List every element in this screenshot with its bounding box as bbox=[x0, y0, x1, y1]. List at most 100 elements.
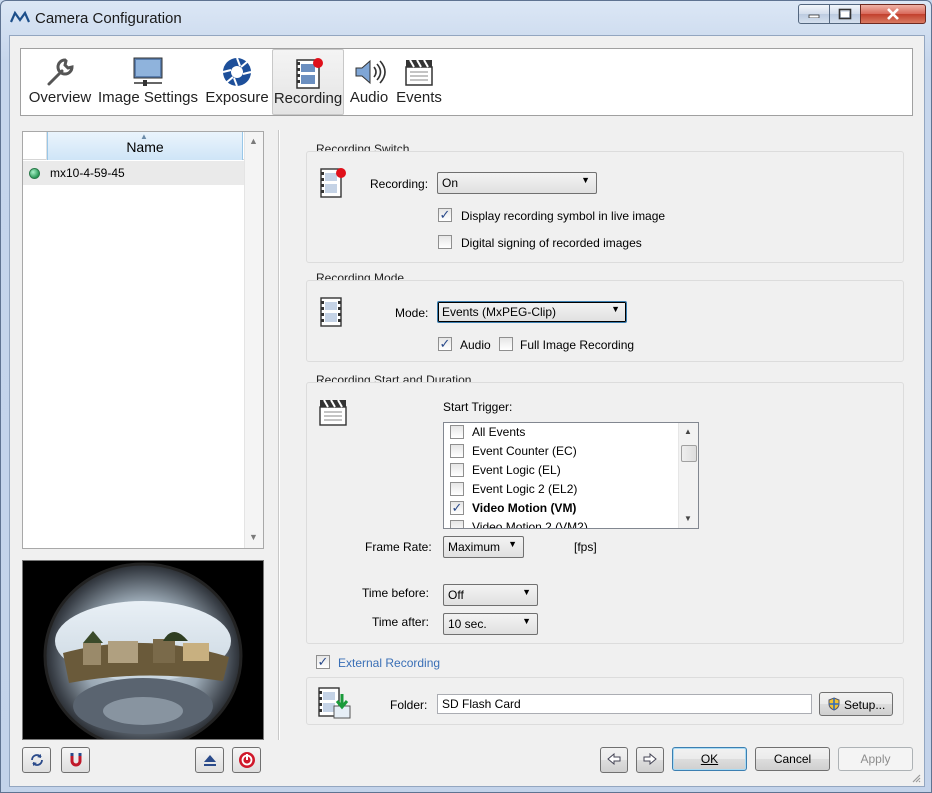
tab-recording-label: Recording bbox=[273, 90, 343, 107]
refresh-button[interactable] bbox=[22, 747, 51, 773]
trigger-label: Video Motion (VM) bbox=[472, 501, 577, 515]
film-record-icon bbox=[296, 58, 323, 89]
frame-rate-select[interactable]: Maximum ▼ bbox=[443, 536, 524, 558]
trigger-label: Event Counter (EC) bbox=[472, 444, 577, 458]
mobotix-logo-icon bbox=[10, 10, 30, 23]
time-after-value: 10 sec. bbox=[448, 617, 487, 631]
cancel-button-label: Cancel bbox=[773, 752, 812, 766]
title-bar[interactable]: Camera Configuration bbox=[1, 1, 931, 35]
scroll-thumb[interactable] bbox=[681, 445, 697, 462]
trigger-checkbox[interactable] bbox=[450, 482, 464, 496]
full-image-checkbox[interactable] bbox=[499, 337, 513, 351]
scroll-down-icon[interactable]: ▼ bbox=[249, 532, 258, 542]
digital-signing-label: Digital signing of recorded images bbox=[461, 236, 642, 250]
chevron-down-icon: ▼ bbox=[522, 616, 531, 626]
camera-configuration-window: Camera Configuration Overview Image Sett… bbox=[0, 0, 932, 793]
ok-button[interactable]: OK bbox=[672, 747, 747, 771]
magnet-icon bbox=[70, 753, 81, 767]
trigger-list-scrollbar[interactable]: ▲ ▼ bbox=[678, 423, 698, 528]
recording-label: Recording: bbox=[370, 177, 429, 191]
full-image-label: Full Image Recording bbox=[520, 338, 635, 352]
tab-exposure[interactable]: Exposure bbox=[204, 49, 270, 115]
speaker-icon bbox=[355, 59, 386, 85]
frame-rate-label: Frame Rate: bbox=[365, 540, 432, 554]
film-save-icon bbox=[318, 687, 351, 719]
frame-rate-value: Maximum bbox=[448, 540, 501, 554]
tab-audio-label: Audio bbox=[349, 89, 389, 106]
tab-recording[interactable]: Recording bbox=[272, 49, 344, 115]
list-item[interactable]: mx10-4-59-45 bbox=[23, 161, 244, 185]
trigger-checkbox[interactable] bbox=[450, 444, 464, 458]
maximize-icon bbox=[838, 8, 852, 20]
tab-events[interactable]: Events bbox=[394, 49, 444, 115]
chevron-down-icon: ▼ bbox=[508, 539, 517, 549]
tab-image-settings[interactable]: Image Settings bbox=[97, 49, 199, 115]
film-record-icon bbox=[320, 168, 346, 198]
film-strip-icon bbox=[320, 297, 342, 327]
status-column-header[interactable] bbox=[23, 132, 47, 160]
resize-grip-icon[interactable] bbox=[911, 773, 921, 783]
audio-label: Audio bbox=[460, 338, 491, 352]
tab-exposure-label: Exposure bbox=[205, 89, 269, 106]
panel-splitter[interactable] bbox=[278, 130, 280, 740]
cancel-button[interactable]: Cancel bbox=[755, 747, 830, 771]
live-image-preview bbox=[22, 560, 264, 740]
stop-button[interactable] bbox=[232, 747, 261, 773]
maximize-button[interactable] bbox=[829, 4, 861, 24]
audio-checkbox[interactable]: ✓ bbox=[438, 337, 452, 351]
trigger-label: Video Motion 2 (VM2) bbox=[472, 520, 588, 529]
sort-ascending-icon: ▲ bbox=[140, 132, 148, 141]
name-column-label: Name bbox=[126, 139, 164, 155]
clapperboard-icon bbox=[405, 59, 433, 86]
trigger-checkbox[interactable] bbox=[450, 520, 464, 528]
display-symbol-checkbox[interactable]: ✓ bbox=[438, 208, 452, 222]
fps-unit-label: [fps] bbox=[574, 540, 597, 554]
dialog-client-area: Overview Image Settings Exposure Recordi… bbox=[9, 35, 925, 787]
folder-field[interactable]: SD Flash Card bbox=[437, 694, 812, 714]
tab-overview[interactable]: Overview bbox=[27, 49, 93, 115]
reconnect-button[interactable] bbox=[61, 747, 90, 773]
trigger-label: Event Logic 2 (EL2) bbox=[472, 482, 578, 496]
list-header: ▲ Name bbox=[23, 132, 244, 160]
start-trigger-list[interactable]: All Events Event Counter (EC) Event Logi… bbox=[443, 422, 699, 529]
trigger-label: All Events bbox=[472, 425, 526, 439]
next-button[interactable] bbox=[636, 747, 664, 773]
camera-list-scrollbar[interactable]: ▲ ▼ bbox=[244, 132, 263, 548]
scroll-up-icon[interactable]: ▲ bbox=[684, 427, 692, 436]
close-button[interactable] bbox=[860, 4, 926, 24]
external-recording-checkbox[interactable]: ✓ bbox=[316, 655, 330, 669]
trigger-checkbox[interactable] bbox=[450, 425, 464, 439]
recording-select[interactable]: On ▼ bbox=[437, 172, 597, 194]
scroll-down-icon[interactable]: ▼ bbox=[684, 514, 692, 523]
tab-image-settings-label: Image Settings bbox=[97, 89, 199, 106]
time-after-label: Time after: bbox=[372, 615, 429, 629]
scroll-up-icon[interactable]: ▲ bbox=[249, 136, 258, 146]
time-after-select[interactable]: 10 sec. ▼ bbox=[443, 613, 538, 635]
shield-icon bbox=[828, 697, 840, 711]
power-stop-icon bbox=[238, 752, 255, 768]
tab-overview-label: Overview bbox=[28, 89, 92, 106]
trigger-label: Event Logic (EL) bbox=[472, 463, 561, 477]
apply-button[interactable]: Apply bbox=[838, 747, 913, 771]
previous-button[interactable] bbox=[600, 747, 628, 773]
eject-icon bbox=[203, 755, 216, 766]
recording-select-value: On bbox=[442, 176, 459, 190]
fisheye-camera-image bbox=[23, 561, 263, 739]
folder-label: Folder: bbox=[390, 698, 428, 712]
external-recording-label: External Recording bbox=[338, 656, 441, 670]
camera-list[interactable]: ▲ Name mx10-4-59-45 ▲ ▼ bbox=[22, 131, 264, 549]
camera-name: mx10-4-59-45 bbox=[50, 166, 125, 180]
mode-select[interactable]: Events (MxPEG-Clip) ▼ bbox=[437, 301, 627, 323]
digital-signing-checkbox[interactable] bbox=[438, 235, 452, 249]
name-column-header[interactable]: ▲ Name bbox=[47, 132, 243, 160]
start-trigger-label: Start Trigger: bbox=[443, 400, 513, 414]
setup-button[interactable]: Setup... bbox=[819, 692, 893, 716]
trigger-checkbox[interactable] bbox=[450, 463, 464, 477]
trigger-checkbox[interactable]: ✓ bbox=[450, 501, 464, 515]
tab-audio[interactable]: Audio bbox=[347, 49, 391, 115]
online-status-icon bbox=[29, 168, 40, 179]
time-before-select[interactable]: Off ▼ bbox=[443, 584, 538, 606]
eject-button[interactable] bbox=[195, 747, 224, 773]
mode-label: Mode: bbox=[395, 306, 429, 320]
minimize-button[interactable] bbox=[798, 4, 830, 24]
